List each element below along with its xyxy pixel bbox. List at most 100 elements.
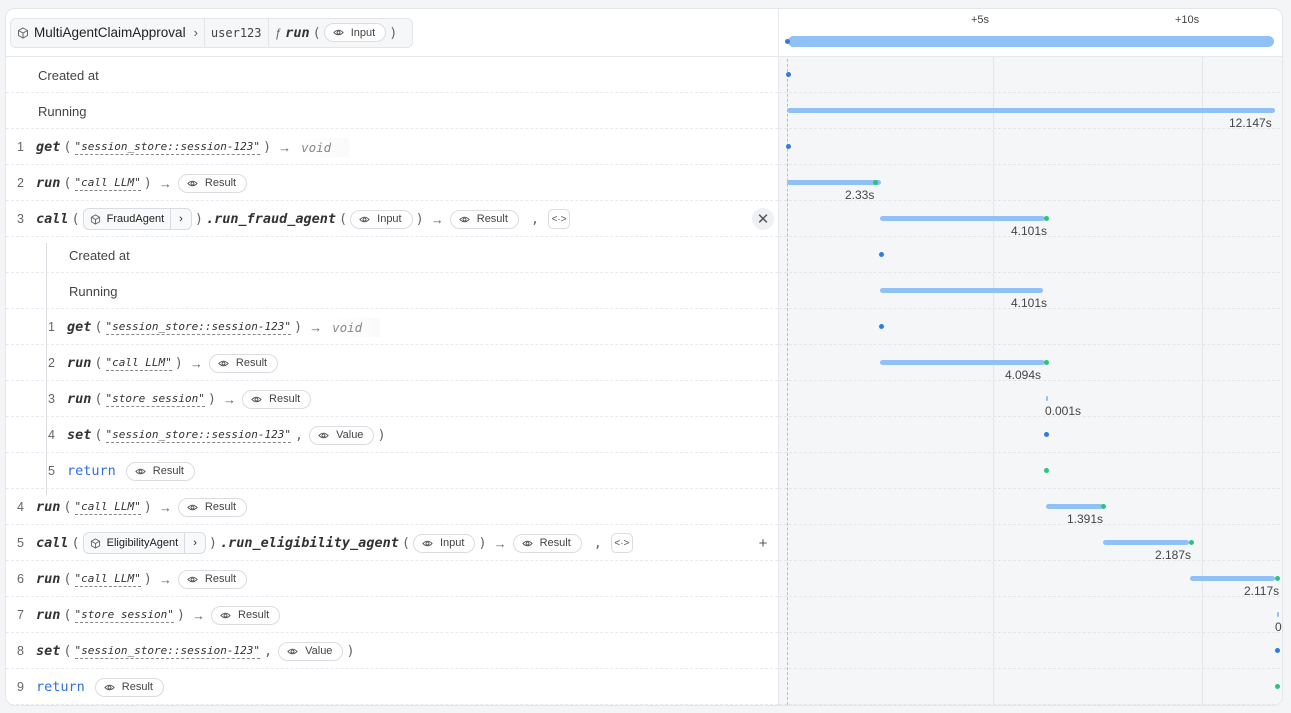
arrow-right-icon: →	[493, 535, 507, 551]
agent-name: EligibilityAgent	[106, 537, 179, 549]
journal-entry[interactable]: 1 get("session_store::session-123") → void	[6, 309, 778, 345]
journal-entry[interactable]: Running	[6, 273, 778, 309]
span-duration: 2.33s	[845, 188, 875, 202]
lifecycle-label: Created at	[38, 67, 99, 83]
journal-entry[interactable]: Created at	[6, 57, 778, 93]
state-key: "session_store::session-123"	[74, 643, 260, 659]
journal-entry[interactable]: 4 run("call LLM") → Result	[6, 489, 778, 525]
code-icon[interactable]: <·>	[548, 209, 571, 229]
journal-entry[interactable]: 2 run("call LLM") → Result	[6, 345, 778, 381]
cube-icon	[90, 537, 100, 549]
arrow-right-icon: →	[223, 391, 237, 407]
function-icon: ƒ	[274, 25, 282, 40]
state-key: "session_store::session-123"	[105, 319, 291, 335]
key-segment[interactable]: user123	[203, 18, 268, 47]
result-pill[interactable]: Result	[177, 569, 248, 589]
comma: ,	[530, 211, 540, 227]
service-segment[interactable]: MultiAgentClaimApproval ›	[11, 19, 204, 47]
span-duration: 2.187s	[1155, 548, 1192, 562]
span-bar	[787, 108, 1275, 113]
agent-target[interactable]: EligibilityAgent ›	[82, 532, 206, 554]
eye-icon	[521, 540, 533, 546]
journal-entry[interactable]: 7 run("store session") → Result	[6, 597, 778, 633]
journal-entry[interactable]: 5 return Result	[6, 453, 778, 489]
result-pill[interactable]: Result	[125, 461, 195, 481]
comma: ,	[294, 427, 304, 443]
collapse-button[interactable]: ✕	[752, 208, 774, 230]
expand-button[interactable]: +	[752, 532, 774, 554]
input-pill[interactable]: Input	[412, 533, 476, 553]
result-pill[interactable]: Result	[208, 353, 279, 373]
result-pill[interactable]: Result	[449, 209, 519, 229]
run-keyword: run	[67, 391, 92, 407]
span-bar	[1103, 540, 1189, 545]
span-duration: 0.001s	[1045, 404, 1082, 418]
span-bar	[1190, 576, 1275, 581]
open-paren: (	[94, 319, 103, 335]
result-pill[interactable]: Result	[94, 677, 164, 697]
journal-entry[interactable]: 3 call(FraudAgent ›) .run_fraud_agent(Input…	[6, 201, 778, 237]
comma: ,	[263, 643, 273, 659]
get-keyword: get	[67, 319, 92, 335]
journal-entry[interactable]: 8 set("session_store::session-123", Value)	[6, 633, 778, 669]
tick-5s: +5s	[971, 14, 990, 26]
entry-index: 6	[17, 572, 24, 586]
handler-segment[interactable]: ƒ run ( Input )	[267, 18, 413, 47]
result-pill[interactable]: Result	[242, 389, 312, 409]
span-duration: 2.117s	[1244, 584, 1280, 598]
chevron-right-icon: ›	[184, 533, 205, 553]
result-pill[interactable]: Result	[512, 533, 582, 553]
cube-icon	[18, 26, 28, 39]
value-pill[interactable]: Value	[278, 641, 344, 661]
result-pill[interactable]: Result	[177, 497, 248, 517]
span-end-dot	[1044, 360, 1049, 365]
journal-entry[interactable]: 3 run("store session") → Result	[6, 381, 778, 417]
agent-target[interactable]: FraudAgent ›	[82, 208, 192, 230]
value-pill[interactable]: Value	[309, 425, 375, 445]
journal-list: MultiAgentClaimApproval › user123 ƒ run …	[6, 9, 778, 705]
run-name: "call LLM"	[74, 571, 141, 587]
close-paren: )	[143, 499, 152, 515]
run-name: "store session"	[74, 607, 174, 623]
journal-entry[interactable]: 5 call(EligibilityAgent ›) .run_eligibility…	[6, 525, 778, 561]
void-result: void	[297, 137, 350, 157]
timeline-row	[779, 57, 1282, 93]
span-bar	[1277, 612, 1279, 617]
open-paren: (	[63, 175, 72, 191]
code-icon[interactable]: <·>	[610, 533, 633, 553]
span-bar	[1046, 504, 1103, 509]
eye-icon	[187, 504, 198, 510]
set-keyword: set	[36, 643, 61, 659]
close-paren: )	[174, 355, 183, 371]
result-pill[interactable]: Result	[177, 173, 248, 193]
span-bar	[787, 180, 881, 185]
journal-entry[interactable]: 2 run("call LLM") → Result	[6, 165, 778, 201]
invocation-header: MultiAgentClaimApproval › user123 ƒ run …	[6, 9, 778, 57]
journal-entry[interactable]: 1 get("session_store::session-123") → void	[6, 129, 778, 165]
span-bar	[880, 360, 1045, 365]
journal-entry[interactable]: 9 return Result	[6, 669, 778, 705]
event-dot	[1275, 684, 1280, 689]
arrow-right-icon: →	[430, 211, 444, 227]
entry-index: 7	[17, 608, 24, 622]
journal-entry[interactable]: Created at	[6, 237, 778, 273]
journal-entry[interactable]: 6 run("call LLM") → Result	[6, 561, 778, 597]
close-paren: )	[208, 535, 218, 551]
open-paren: (	[312, 24, 321, 41]
timeline-row: 4.094s	[779, 345, 1282, 382]
eye-icon	[422, 540, 433, 546]
state-key: "session_store::session-123"	[74, 139, 260, 155]
open-paren: (	[63, 571, 72, 587]
journal-entry[interactable]: 4 set("session_store::session-123", Value)	[6, 417, 778, 453]
handler-name: run	[285, 24, 310, 41]
service-name: MultiAgentClaimApproval	[34, 25, 186, 40]
journal-entry[interactable]: Running	[6, 93, 778, 129]
timeline-panel: +5s +10s 12.147s 2.33s 4.101s 4.101s 4.094s 0…	[778, 9, 1282, 705]
close-paren: )	[415, 211, 424, 227]
span-end-dot	[873, 180, 878, 185]
timeline-row: 12.147s	[779, 93, 1282, 130]
result-pill[interactable]: Result	[211, 605, 281, 625]
handler-input-pill[interactable]: Input	[323, 23, 387, 42]
input-pill[interactable]: Input	[350, 209, 413, 229]
state-key: "session_store::session-123"	[105, 427, 291, 443]
